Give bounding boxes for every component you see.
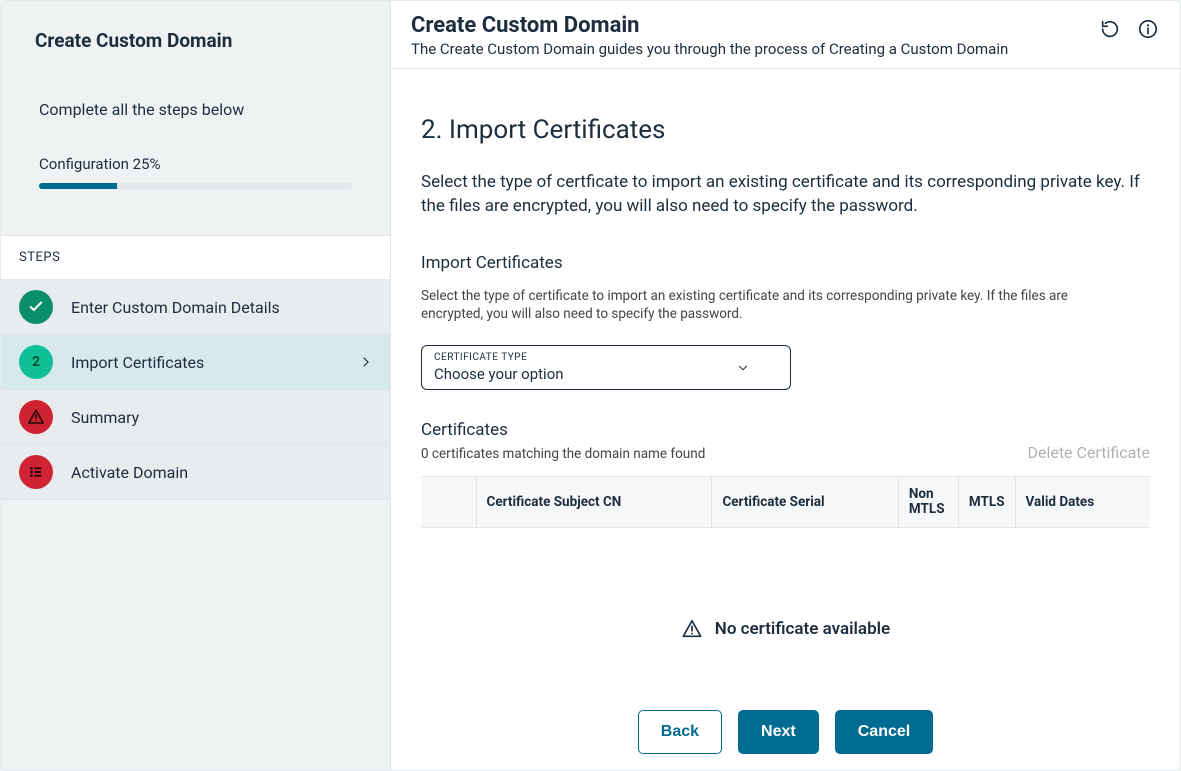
chevron-right-icon	[360, 353, 372, 371]
refresh-icon	[1099, 18, 1121, 40]
step-activate-domain[interactable]: Activate Domain	[1, 445, 390, 500]
topbar: Create Custom Domain The Create Custom D…	[391, 1, 1180, 69]
col-subject-cn[interactable]: Certificate Subject CN	[476, 477, 712, 528]
empty-state: No certificate available	[421, 528, 1150, 680]
next-button[interactable]: Next	[738, 710, 819, 754]
footer: Back Next Cancel	[421, 680, 1150, 764]
progress-label: Configuration 25%	[39, 155, 352, 173]
col-non-mtls[interactable]: Non MTLS	[898, 477, 958, 528]
step-import-certificates[interactable]: 2 Import Certificates	[1, 335, 390, 390]
content: 2. Import Certificates Select the type o…	[391, 69, 1180, 770]
progress: Configuration 25%	[1, 155, 390, 189]
back-button[interactable]: Back	[638, 710, 722, 754]
list-icon	[19, 455, 53, 489]
col-checkbox	[421, 477, 476, 528]
col-serial[interactable]: Certificate Serial	[712, 477, 898, 528]
check-icon	[19, 290, 53, 324]
col-valid[interactable]: Valid Dates	[1015, 477, 1150, 528]
import-title: Import Certificates	[421, 253, 1150, 273]
chevron-down-icon	[736, 361, 750, 375]
page-title: Create Custom Domain	[411, 13, 1008, 38]
import-description: Select the type of certificate to import…	[421, 287, 1111, 323]
certificates-count: 0 certificates matching the domain name …	[421, 446, 705, 462]
info-button[interactable]	[1136, 17, 1160, 41]
step-label: Import Certificates	[71, 353, 342, 372]
certificates-title: Certificates	[421, 420, 705, 440]
wizard-title: Create Custom Domain	[35, 29, 356, 52]
steps-header: STEPS	[1, 235, 390, 280]
app-frame: Create Custom Domain Complete all the st…	[0, 0, 1181, 771]
topbar-text: Create Custom Domain The Create Custom D…	[411, 13, 1008, 58]
refresh-button[interactable]	[1098, 17, 1122, 41]
cancel-button[interactable]: Cancel	[835, 710, 933, 754]
empty-text: No certificate available	[715, 619, 890, 639]
col-mtls[interactable]: MTLS	[958, 477, 1015, 528]
step-enter-details[interactable]: Enter Custom Domain Details	[1, 280, 390, 335]
step-summary[interactable]: Summary	[1, 390, 390, 445]
section-description: Select the type of certficate to import …	[421, 171, 1150, 219]
info-icon	[1137, 18, 1159, 40]
topbar-actions	[1098, 17, 1160, 41]
alert-icon	[19, 400, 53, 434]
delete-certificate-button[interactable]: Delete Certificate	[1027, 443, 1150, 462]
section-heading: 2. Import Certificates	[421, 115, 1150, 145]
progress-bar	[39, 183, 352, 189]
certificates-table: Certificate Subject CN Certificate Seria…	[421, 476, 1150, 528]
main: Create Custom Domain The Create Custom D…	[391, 1, 1180, 770]
certificates-title-block: Certificates 0 certificates matching the…	[421, 420, 705, 462]
select-label: CERTIFICATE TYPE	[434, 352, 778, 363]
page-subtitle: The Create Custom Domain guides you thro…	[411, 40, 1008, 58]
step-label: Enter Custom Domain Details	[71, 298, 372, 317]
wizard-instruction: Complete all the steps below	[1, 100, 390, 119]
select-value: Choose your option	[434, 365, 778, 383]
certificate-type-select[interactable]: CERTIFICATE TYPE Choose your option	[421, 345, 791, 390]
warning-icon	[681, 618, 703, 640]
step-label: Activate Domain	[71, 463, 372, 482]
step-label: Summary	[71, 408, 372, 427]
sidebar-header: Create Custom Domain	[1, 1, 390, 70]
step-number-icon: 2	[19, 345, 53, 379]
progress-fill	[39, 183, 117, 189]
certificates-header: Certificates 0 certificates matching the…	[421, 420, 1150, 462]
sidebar: Create Custom Domain Complete all the st…	[1, 1, 391, 770]
